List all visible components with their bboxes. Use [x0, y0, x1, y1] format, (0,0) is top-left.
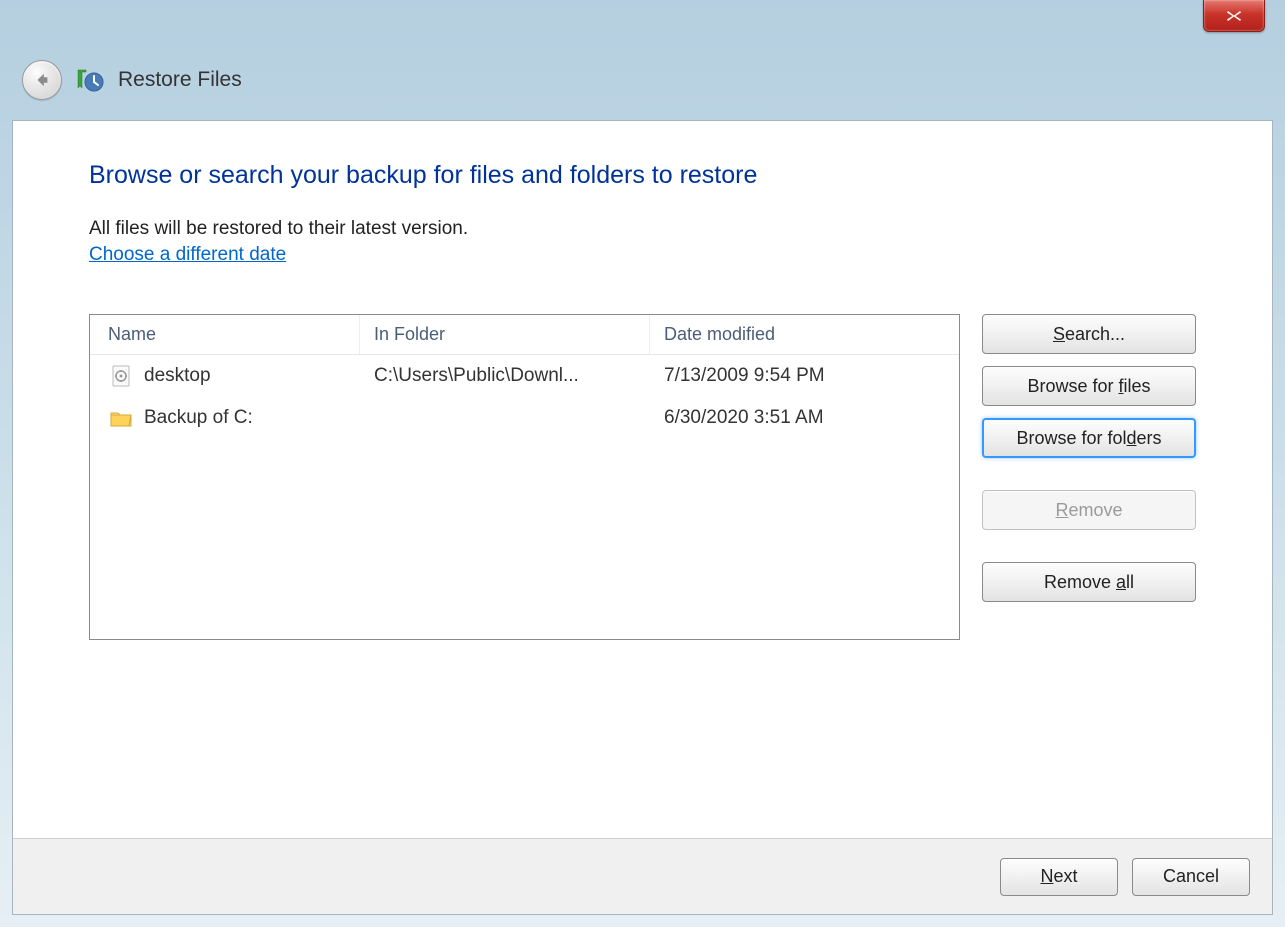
list-header[interactable]: Name In Folder Date modified: [90, 315, 959, 355]
column-header-in-folder[interactable]: In Folder: [360, 315, 650, 354]
item-folder: C:\Users\Public\Downl...: [360, 365, 650, 387]
info-text: All files will be restored to their late…: [89, 218, 1196, 240]
item-name: Backup of C:: [144, 407, 253, 429]
wizard-panel: Browse or search your backup for files a…: [12, 120, 1273, 915]
arrow-left-icon: [33, 71, 51, 89]
folder-icon: [108, 405, 134, 431]
close-icon: [1225, 9, 1243, 23]
page-heading: Browse or search your backup for files a…: [89, 161, 1196, 190]
item-date: 7/13/2009 9:54 PM: [650, 365, 959, 387]
restore-items-list[interactable]: Name In Folder Date modified: [89, 314, 960, 640]
column-header-name[interactable]: Name: [90, 315, 360, 354]
browse-for-files-button[interactable]: Browse for files: [982, 366, 1196, 406]
item-date: 6/30/2020 3:51 AM: [650, 407, 959, 429]
search-button[interactable]: Search...: [982, 314, 1196, 354]
browse-for-folders-button[interactable]: Browse for folders: [982, 418, 1196, 458]
wizard-footer: Next Cancel: [13, 838, 1272, 914]
list-item[interactable]: desktop C:\Users\Public\Downl... 7/13/20…: [90, 355, 959, 397]
close-button[interactable]: [1203, 0, 1265, 32]
window-title: Restore Files: [118, 68, 242, 92]
remove-button: Remove: [982, 490, 1196, 530]
restore-files-icon: [76, 66, 104, 94]
remove-all-button[interactable]: Remove all: [982, 562, 1196, 602]
column-header-date-modified[interactable]: Date modified: [650, 315, 959, 354]
item-name: desktop: [144, 365, 211, 387]
next-button[interactable]: Next: [1000, 858, 1118, 896]
list-item[interactable]: Backup of C: 6/30/2020 3:51 AM: [90, 397, 959, 439]
wizard-header: Restore Files: [0, 0, 1285, 100]
choose-different-date-link[interactable]: Choose a different date: [89, 244, 286, 265]
config-file-icon: [108, 363, 134, 389]
back-button[interactable]: [22, 60, 62, 100]
cancel-button[interactable]: Cancel: [1132, 858, 1250, 896]
action-buttons: Search... Browse for files Browse for fo…: [982, 314, 1196, 640]
